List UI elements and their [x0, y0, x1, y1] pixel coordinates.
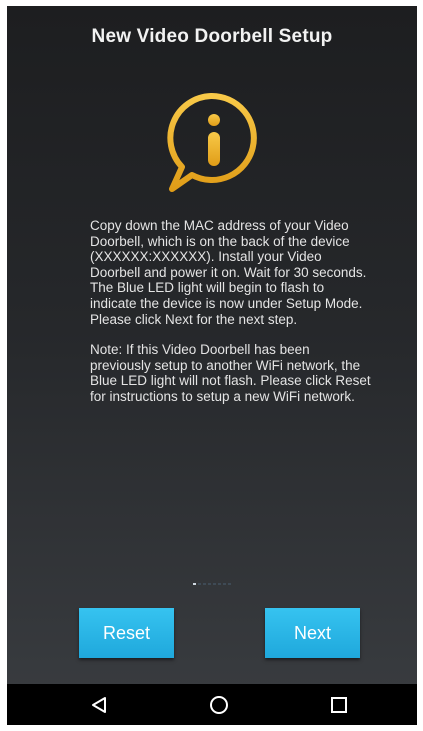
instructions-text: Copy down the MAC address of your Video … — [90, 218, 372, 405]
page-dot — [198, 583, 201, 585]
page-dot — [213, 583, 216, 585]
nav-recents-button[interactable] — [309, 684, 369, 725]
setup-screen: New Video Doorbell Setup Copy down the M… — [7, 6, 417, 725]
navigation-bar — [7, 684, 417, 725]
back-triangle-icon — [92, 696, 106, 713]
reset-button[interactable]: Reset — [79, 608, 174, 658]
instructions-paragraph: Copy down the MAC address of your Video … — [90, 218, 367, 327]
home-circle-icon — [210, 695, 228, 714]
page-indicator — [7, 583, 417, 585]
page-dot — [218, 583, 221, 585]
recents-square-icon — [331, 696, 347, 713]
note-paragraph: Note: If this Video Doorbell has been pr… — [90, 342, 371, 404]
page-dot — [203, 583, 206, 585]
nav-back-button[interactable] — [69, 684, 129, 725]
page-title: New Video Doorbell Setup — [91, 26, 333, 47]
info-speech-bubble-icon — [167, 92, 257, 192]
nav-home-button[interactable] — [189, 684, 249, 725]
page-dot-active — [193, 583, 196, 585]
page-dot — [223, 583, 226, 585]
next-button[interactable]: Next — [265, 608, 360, 658]
page-dot — [228, 583, 231, 585]
page-dot — [208, 583, 211, 585]
